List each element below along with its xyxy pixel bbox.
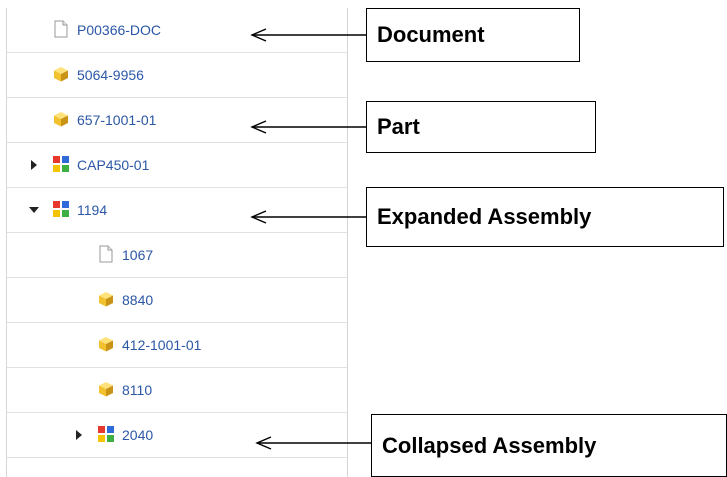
tree-item-label[interactable]: 2040 (122, 427, 153, 443)
bom-tree: P00366-DOC 5064-9956 657-1001-01 CAP450-… (6, 8, 348, 477)
tree-item-label[interactable]: 5064-9956 (77, 67, 144, 83)
callout-part: Part (366, 101, 596, 153)
assembly-icon (52, 155, 70, 173)
expand-arrow-icon[interactable] (76, 430, 82, 440)
callout-collapsed-assembly: Collapsed Assembly (371, 414, 727, 477)
callout-arrow (250, 210, 366, 224)
part-icon (97, 335, 115, 353)
tree-row[interactable]: 8840 (7, 278, 347, 323)
tree-item-label[interactable]: CAP450-01 (77, 157, 149, 173)
tree-item-label[interactable]: 8110 (122, 382, 152, 398)
assembly-icon (52, 200, 70, 218)
expand-arrow-icon[interactable] (31, 160, 37, 170)
tree-row[interactable]: 412-1001-01 (7, 323, 347, 368)
callout-arrow (250, 28, 366, 42)
part-icon (97, 290, 115, 308)
part-icon (52, 110, 70, 128)
tree-row[interactable]: CAP450-01 (7, 143, 347, 188)
assembly-icon (97, 425, 115, 443)
tree-item-label[interactable]: 412-1001-01 (122, 337, 201, 353)
tree-item-label[interactable]: 8840 (122, 292, 153, 308)
tree-row[interactable]: 5064-9956 (7, 53, 347, 98)
tree-row[interactable]: 8110 (7, 368, 347, 413)
tree-item-label[interactable]: 657-1001-01 (77, 112, 156, 128)
callout-document: Document (366, 8, 580, 62)
tree-item-label[interactable]: 1194 (77, 202, 107, 218)
callout-expanded-assembly: Expanded Assembly (366, 187, 724, 247)
document-icon (97, 245, 115, 263)
part-icon (52, 65, 70, 83)
tree-row[interactable]: 1067 (7, 233, 347, 278)
collapse-arrow-icon[interactable] (29, 207, 39, 213)
part-icon (97, 380, 115, 398)
callout-arrow (255, 436, 371, 450)
callout-arrow (250, 120, 366, 134)
tree-item-label[interactable]: P00366-DOC (77, 22, 161, 38)
tree-item-label[interactable]: 1067 (122, 247, 153, 263)
document-icon (52, 20, 70, 38)
